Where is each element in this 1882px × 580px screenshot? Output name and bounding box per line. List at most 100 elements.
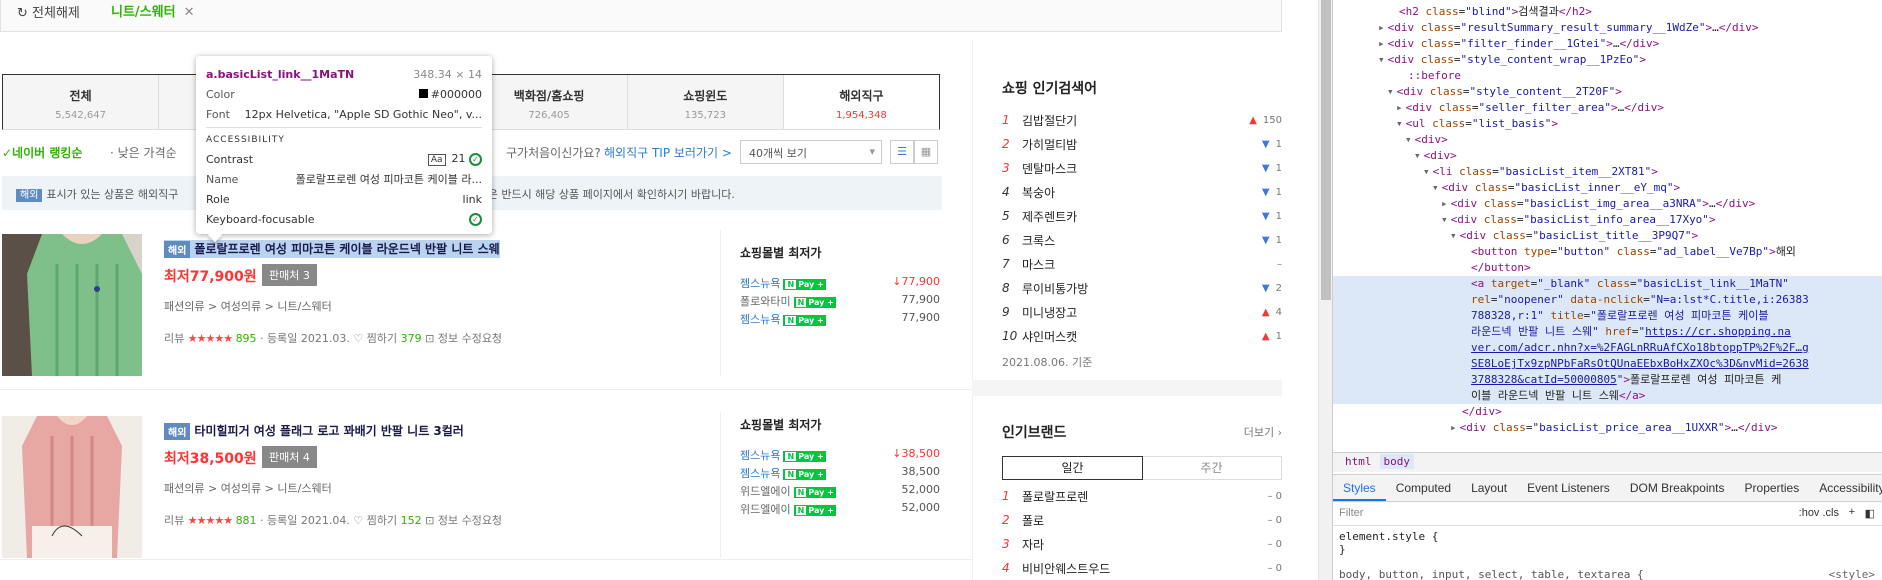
tab-0[interactable]: 전체 5,542,647	[3, 75, 160, 129]
sellers-button[interactable]: 판매처 3	[262, 264, 317, 286]
mall-row[interactable]: 위드엘에이 N Pay +52,000	[740, 483, 940, 501]
keyword-item[interactable]: 10 샤인머스캣 ▲ 1	[1002, 324, 1282, 348]
expand-arrow-icon[interactable]: ▾	[1414, 149, 1421, 162]
keyword-item[interactable]: 2 가히멀티밤 ▼ 1	[1002, 132, 1282, 156]
sort-low-price[interactable]: · 낮은 가격순	[110, 144, 177, 161]
sort-rank[interactable]: ✓네이버 랭킹순	[2, 144, 82, 161]
expand-arrow-icon[interactable]: ▾	[1450, 229, 1457, 242]
mall-name[interactable]: 젬스뉴욕	[740, 313, 780, 326]
dom-node-line[interactable]: ▾ <div class="basicList_title__3P9Q7">	[1333, 228, 1882, 244]
keyword-item[interactable]: 3 덴탈마스크 ▼ 1	[1002, 156, 1282, 180]
report-button[interactable]: ⊡ 정보 수정요청	[425, 332, 502, 345]
keyword-text[interactable]: 김밥절단기	[1022, 112, 1242, 129]
dom-node-line[interactable]: ver.com/adcr.nhn?x=%2FAGLnRRuAfCXo18btop…	[1333, 340, 1882, 356]
crumb-body[interactable]: body	[1379, 454, 1414, 469]
brand-item[interactable]: 4 비비안웨스트우드 – 0	[1002, 556, 1282, 580]
devtools-tab-properties[interactable]: Properties	[1735, 475, 1810, 501]
dom-node-line[interactable]: ▾ <div>	[1333, 148, 1882, 164]
add-rule-icon[interactable]: +	[1849, 506, 1855, 518]
brand-name[interactable]: 폴로랄프로렌	[1022, 488, 1222, 505]
dom-node-line[interactable]: <a target="_blank" class="basicList_link…	[1333, 276, 1882, 292]
dom-node-line[interactable]: ▾ <div>	[1333, 132, 1882, 148]
dom-node-line[interactable]: ▸ <div class="basicList_img_area__a3NRA">…	[1333, 196, 1882, 212]
mall-name[interactable]: 폴로와타미	[740, 295, 791, 308]
product-thumbnail[interactable]	[2, 416, 142, 558]
keyword-item[interactable]: 7 마스크 –	[1002, 252, 1282, 276]
brand-name[interactable]: 자라	[1022, 536, 1222, 553]
wish-button[interactable]: ♡ 찜하기	[353, 332, 397, 345]
expand-arrow-icon[interactable]: ▾	[1378, 53, 1385, 66]
dom-node-line[interactable]: </div>	[1333, 404, 1882, 420]
product-category[interactable]: 패션의류 > 여성의류 > 니트/스웨터	[164, 480, 332, 496]
keyword-text[interactable]: 마스크	[1022, 256, 1242, 273]
crumb-html[interactable]: html	[1341, 454, 1376, 469]
expand-arrow-icon[interactable]: ▸	[1450, 421, 1457, 434]
reset-filter-button[interactable]: ↻ 전체해제	[17, 2, 80, 21]
dom-node-line[interactable]: ▾ <div class="basicList_inner__eY_mq">	[1333, 180, 1882, 196]
expand-arrow-icon[interactable]: ▸	[1441, 197, 1448, 210]
mall-row[interactable]: 폴로와타미 N Pay +77,900	[740, 293, 940, 311]
dom-node-line[interactable]: </button>	[1333, 260, 1882, 276]
mall-name[interactable]: 위드엘에이	[740, 485, 791, 498]
devtools-tab-styles[interactable]: Styles	[1333, 475, 1386, 501]
sellers-button[interactable]: 판매처 4	[262, 446, 317, 468]
brand-item[interactable]: 1 폴로랄프로렌 – 0	[1002, 484, 1282, 508]
wish-button[interactable]: ♡ 찜하기	[353, 514, 397, 527]
keyword-text[interactable]: 크록스	[1022, 232, 1242, 249]
dom-node-line[interactable]: ▾ <div class="style_content__2T20F">	[1333, 84, 1882, 100]
dom-node-line[interactable]: <button type="button" class="ad_label__V…	[1333, 244, 1882, 260]
dom-node-line[interactable]: ::before	[1333, 68, 1882, 84]
tab-daily[interactable]: 일간	[1002, 456, 1143, 480]
keyword-text[interactable]: 가히멀티밤	[1022, 136, 1242, 153]
styles-filter[interactable]: Filter :hov .cls + ◧	[1333, 504, 1882, 526]
tab-weekly[interactable]: 주간	[1142, 457, 1281, 479]
keyword-text[interactable]: 복숭아	[1022, 184, 1242, 201]
brand-name[interactable]: 폴로	[1022, 512, 1222, 529]
expand-arrow-icon[interactable]: ▾	[1396, 117, 1403, 130]
dom-node-line[interactable]: ▾ <div class="style_content_wrap__1PzEo">	[1333, 52, 1882, 68]
expand-arrow-icon[interactable]: ▾	[1441, 213, 1448, 226]
expand-arrow-icon[interactable]: ▸	[1396, 101, 1403, 114]
mall-name[interactable]: 젬스뉴욕	[740, 467, 780, 480]
keyword-item[interactable]: 1 김밥절단기 ▲ 150	[1002, 108, 1282, 132]
brand-name[interactable]: 비비안웨스트우드	[1022, 560, 1222, 577]
view-count-select[interactable]: 40개씩 보기	[740, 140, 882, 164]
dom-node-line[interactable]: ▸ <div class="resultSummary_result_summar…	[1333, 20, 1882, 36]
filter-chip[interactable]: 니트/스웨터 ✕	[111, 1, 194, 20]
dom-node-line[interactable]: ▾ <ul class="list_basis">	[1333, 116, 1882, 132]
review-count[interactable]: 895	[236, 332, 257, 345]
more-link[interactable]: 더보기 ›	[1244, 424, 1282, 440]
dom-node-line[interactable]: 788328,r:1" title="폴로랄프로렌 여성 피마코튼 케이블	[1333, 308, 1882, 324]
keyword-text[interactable]: 제주렌트카	[1022, 208, 1242, 225]
dom-node-line[interactable]: ▸ <div class="filter_finder__1Gtei">…</di…	[1333, 36, 1882, 52]
keyword-item[interactable]: 6 크록스 ▼ 1	[1002, 228, 1282, 252]
product-title-link[interactable]: 해외 폴로랄프로렌 여성 피마코튼 케이블 라운드넥 반팔 니트 스웨	[164, 240, 500, 258]
dom-node-line[interactable]: SE8LoEjTx9zpNPbFaRsOtQUnaEEbxBoHxZXOc%3D…	[1333, 356, 1882, 372]
mall-row[interactable]: 젬스뉴욕 N Pay +38,500	[740, 465, 940, 483]
dom-node-line[interactable]: 3788328&catId=50000805">폴로랄프로렌 여성 피마코튼 케	[1333, 372, 1882, 388]
expand-arrow-icon[interactable]: ▸	[1378, 21, 1385, 34]
review-count[interactable]: 881	[236, 514, 257, 527]
element-style-rule[interactable]: element.style { }	[1339, 530, 1879, 556]
dom-node-line[interactable]: ▸ <div class="basicList_price_area__1UXXR…	[1333, 420, 1882, 436]
tip-link[interactable]: 해외직구 TIP 보러가기 >	[604, 144, 732, 161]
expand-arrow-icon[interactable]: ▾	[1405, 133, 1412, 146]
keyword-text[interactable]: 샤인머스캣	[1022, 328, 1242, 345]
mall-name[interactable]: 위드엘에이	[740, 503, 791, 516]
brand-item[interactable]: 3 자라 – 0	[1002, 532, 1282, 556]
close-icon[interactable]: ✕	[184, 5, 195, 20]
tab-5[interactable]: 해외직구 1,954,348	[783, 75, 940, 129]
hov-cls-toggle[interactable]: :hov .cls	[1799, 507, 1839, 519]
keyword-item[interactable]: 4 복숭아 ▼ 1	[1002, 180, 1282, 204]
dom-node-line[interactable]: ▾ <li class="basicList_item__2XT81">	[1333, 164, 1882, 180]
dom-node-line[interactable]: 라운드넥 반팔 니트 스웨" href="https://cr.shopping…	[1333, 324, 1882, 340]
dom-node-line[interactable]: ▾ <div class="basicList_info_area__17Xyo"…	[1333, 212, 1882, 228]
mall-row[interactable]: 젬스뉴욕 N Pay + ↓77,900	[740, 275, 940, 293]
product-title-link[interactable]: 해외 타미힐피거 여성 플래그 로고 꽈배기 반팔 니트 3컬러	[164, 422, 464, 440]
tab-4[interactable]: 쇼핑윈도 135,723	[628, 75, 784, 129]
list-view-icon[interactable]: ☰	[890, 140, 914, 164]
mall-name[interactable]: 젬스뉴욕	[740, 277, 780, 290]
expand-arrow-icon[interactable]: ▾	[1432, 181, 1439, 194]
product-thumbnail[interactable]	[2, 234, 142, 376]
keyword-item[interactable]: 8 루이비통가방 ▼ 2	[1002, 276, 1282, 300]
